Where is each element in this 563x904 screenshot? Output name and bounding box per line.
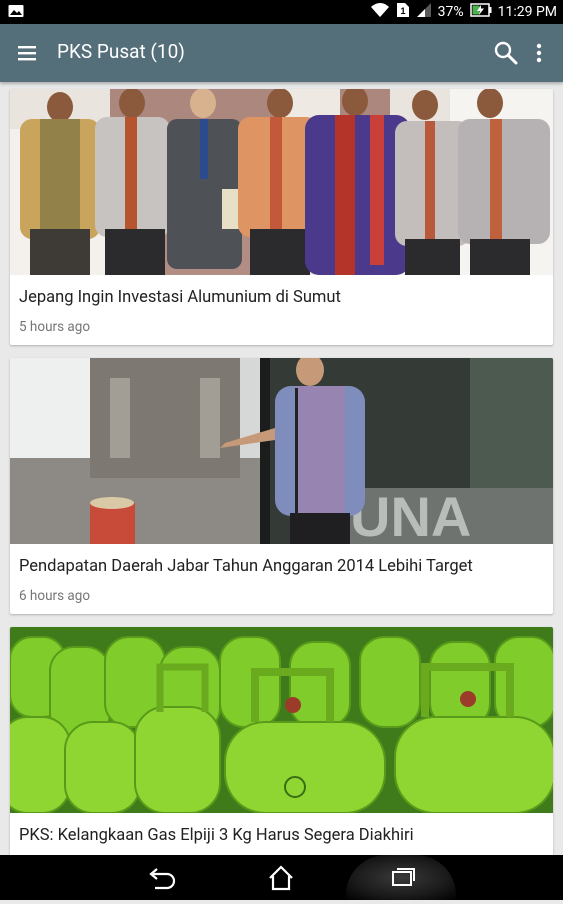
battery-charging-icon xyxy=(469,3,492,21)
article-title[interactable]: Pendapatan Daerah Jabar Tahun Anggaran 2… xyxy=(19,557,473,576)
article-image: UNA xyxy=(10,358,553,544)
app-bar: PKS Pusat (10) xyxy=(0,24,563,82)
search-icon[interactable] xyxy=(493,40,519,66)
svg-text:1: 1 xyxy=(400,6,405,16)
navigation-bar xyxy=(0,855,563,900)
article-card[interactable]: UNA Pendapatan Daerah Jabar Tahun Anggar… xyxy=(10,358,553,614)
status-bar: 1 37% 11:29 PM xyxy=(0,0,563,24)
svg-text:UNA: UNA xyxy=(350,485,471,544)
page-title: PKS Pusat (10) xyxy=(57,40,185,63)
wifi-icon xyxy=(370,2,390,22)
article-image xyxy=(10,627,553,813)
article-card[interactable]: PKS: Kelangkaan Gas Elpiji 3 Kg Harus Se… xyxy=(10,627,553,867)
battery-percent: 37% xyxy=(437,4,464,20)
menu-icon[interactable] xyxy=(14,41,40,65)
article-time: 6 hours ago xyxy=(19,588,91,604)
article-card[interactable]: Jepang Ingin Investasi Alumunium di Sumu… xyxy=(10,89,553,345)
back-icon[interactable] xyxy=(131,855,191,900)
article-title[interactable]: PKS: Kelangkaan Gas Elpiji 3 Kg Harus Se… xyxy=(19,826,414,845)
status-time: 11:29 PM xyxy=(497,4,557,20)
sim-icon: 1 xyxy=(396,2,410,22)
overflow-menu-icon[interactable] xyxy=(531,40,547,66)
signal-icon xyxy=(416,2,432,22)
article-time: 5 hours ago xyxy=(19,319,91,335)
home-icon[interactable] xyxy=(251,855,311,900)
article-title[interactable]: Jepang Ingin Investasi Alumunium di Sumu… xyxy=(19,288,341,307)
article-image xyxy=(10,89,553,275)
image-notification-icon xyxy=(8,4,24,22)
recent-apps-icon[interactable] xyxy=(346,855,456,900)
